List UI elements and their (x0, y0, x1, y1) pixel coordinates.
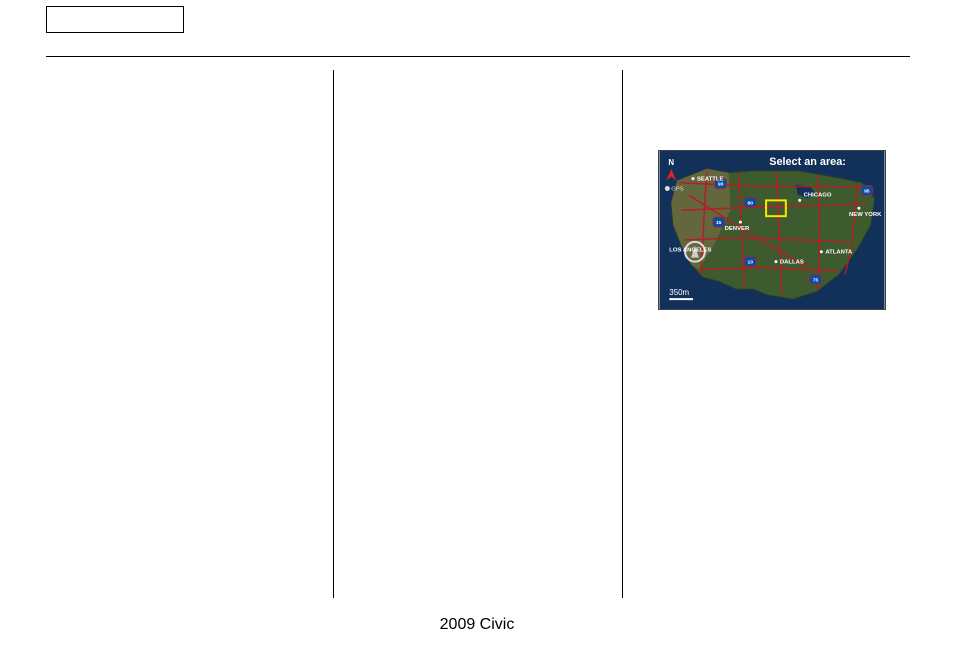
shield-10: 10 (748, 260, 754, 266)
svg-text:N: N (668, 158, 674, 167)
city-dallas: DALLAS (780, 260, 804, 266)
shield-80: 80 (748, 200, 754, 206)
city-denver: DENVER (725, 226, 750, 232)
shield-95: 95 (864, 188, 870, 194)
map-title: Select an area: (769, 156, 846, 168)
footer-text: 2009 Civic (440, 616, 515, 633)
svg-text:GPS: GPS (671, 187, 684, 193)
scale-label: 350m (669, 288, 689, 297)
city-new-york: NEW YORK (849, 212, 882, 218)
usa-map-svg: 90 80 15 10 75 95 N GPS Select an area: … (658, 150, 886, 310)
top-framed-box (46, 6, 184, 33)
header-divider (46, 56, 910, 57)
shield-75: 75 (813, 277, 819, 283)
city-los-angeles: LOS ANGELES (669, 248, 711, 254)
shield-15: 15 (716, 220, 722, 226)
page-footer: 2009 Civic (0, 616, 954, 634)
column-left (46, 70, 333, 598)
select-area-map: 90 80 15 10 75 95 N GPS Select an area: … (658, 150, 886, 310)
column-middle (334, 70, 621, 598)
city-chicago: CHICAGO (804, 192, 832, 198)
city-atlanta: ATLANTA (825, 250, 853, 256)
city-seattle: SEATTLE (697, 177, 724, 183)
